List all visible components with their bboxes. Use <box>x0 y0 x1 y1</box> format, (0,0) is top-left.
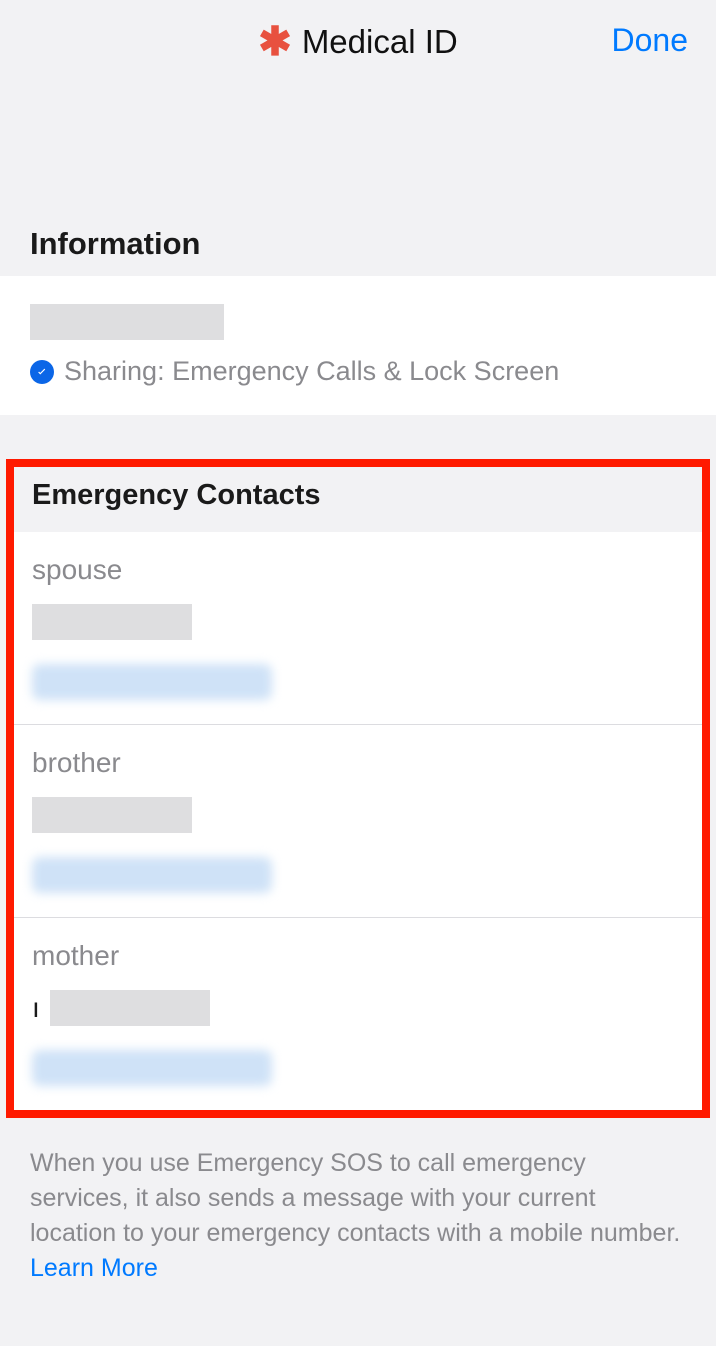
redacted-contact-phone <box>32 664 272 700</box>
information-card: Sharing: Emergency Calls & Lock Screen <box>0 276 716 415</box>
spacer <box>0 415 716 459</box>
learn-more-link[interactable]: Learn More <box>30 1254 158 1282</box>
contact-relation: spouse <box>32 554 684 586</box>
spacer <box>0 84 716 212</box>
done-button[interactable]: Done <box>612 22 689 59</box>
marker-icon: ı <box>32 994 40 1022</box>
contact-row[interactable]: mother ı <box>14 918 702 1110</box>
medical-asterisk-icon: ✱ <box>258 22 292 62</box>
contact-row[interactable]: spouse <box>14 532 702 725</box>
redacted-contact-phone <box>32 857 272 893</box>
sharing-row: Sharing: Emergency Calls & Lock Screen <box>30 356 686 387</box>
redacted-contact-name <box>50 990 210 1026</box>
check-circle-icon <box>30 360 54 384</box>
emergency-contacts-section-header: Emergency Contacts <box>14 467 702 532</box>
redacted-contact-name-wrap: ı <box>32 990 684 1026</box>
redacted-contact-name <box>32 604 192 640</box>
header-title-wrap: ✱ Medical ID <box>258 22 457 62</box>
redacted-name <box>30 304 224 340</box>
sharing-status-text: Sharing: Emergency Calls & Lock Screen <box>64 356 559 387</box>
emergency-contacts-highlight: Emergency Contacts spouse brother mother… <box>6 459 710 1118</box>
redacted-contact-name <box>32 797 192 833</box>
header-bar: ✱ Medical ID Done <box>0 0 716 84</box>
contact-relation: brother <box>32 747 684 779</box>
information-section-header: Information <box>0 212 716 276</box>
footer-text: When you use Emergency SOS to call emerg… <box>30 1149 680 1247</box>
contact-row[interactable]: brother <box>14 725 702 918</box>
page-title: Medical ID <box>302 23 458 61</box>
footer-description: When you use Emergency SOS to call emerg… <box>0 1118 716 1286</box>
redacted-contact-phone <box>32 1050 272 1086</box>
contact-relation: mother <box>32 940 684 972</box>
